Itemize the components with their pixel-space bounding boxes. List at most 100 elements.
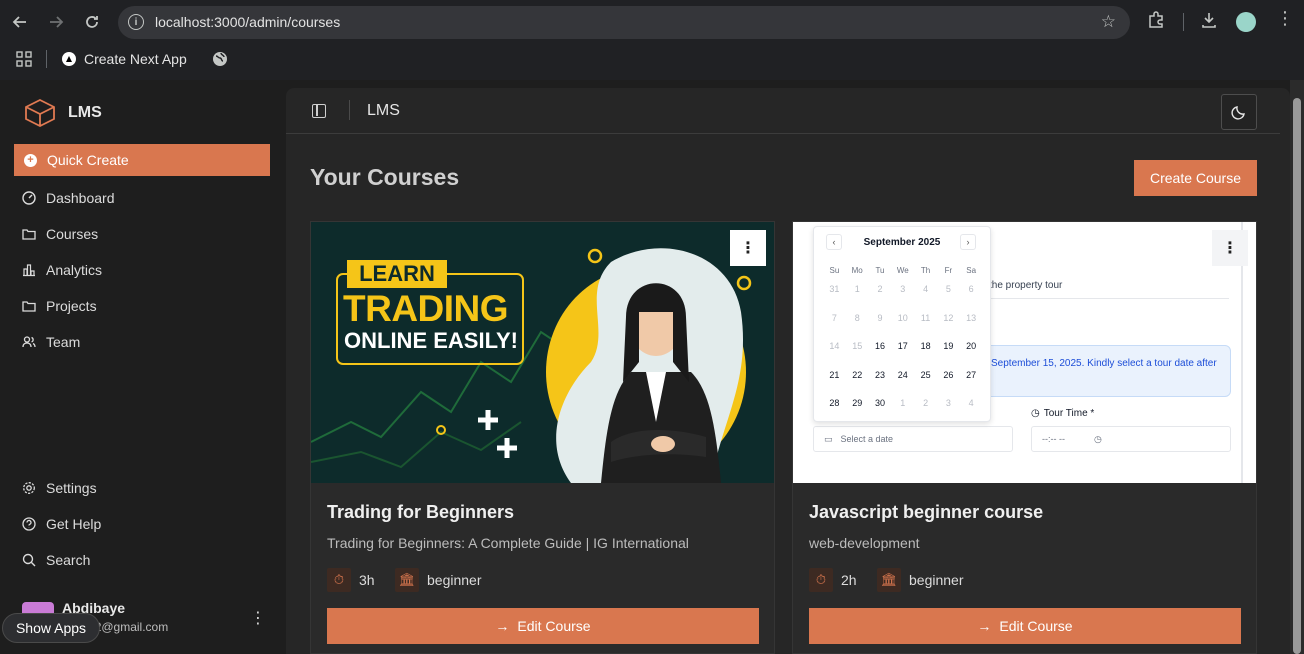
calendar-day[interactable]: 7 [823,304,846,333]
course-thumbnail: the property tour September 15, 2025. Ki… [793,222,1256,483]
calendar-day[interactable]: 22 [846,361,869,390]
chevron-right-icon[interactable]: › [960,234,976,250]
dashboard-icon [22,191,36,205]
date-picker[interactable]: ‹ September 2025 › Su Mo Tu We Th Fr Sa 31 1 2 3 4 5… [813,226,991,422]
show-apps-button[interactable]: Show Apps [2,613,100,643]
app-page: LMS + Quick Create Dashboard Courses Ana… [0,80,1304,654]
edit-course-button[interactable]: → Edit Course [809,608,1241,644]
calendar-day[interactable]: 1 [891,389,914,418]
edit-course-button[interactable]: → Edit Course [327,608,759,644]
sidebar-item-analytics[interactable]: Analytics [22,262,102,278]
nextjs-icon [62,52,76,66]
sidebar-item-team[interactable]: Team [22,334,80,350]
sidebar-item-search[interactable]: Search [22,552,90,568]
calendar-day[interactable]: 26 [937,361,960,390]
moon-icon [1231,106,1245,120]
date-input[interactable]: ▭ Select a date [813,426,1013,452]
profile-avatar[interactable] [1236,12,1256,32]
calendar-day[interactable]: 24 [891,361,914,390]
address-bar[interactable]: i localhost:3000/admin/courses ☆ [118,6,1130,39]
browser-toolbar: i localhost:3000/admin/courses ☆ ⋮ Creat… [0,0,1304,80]
sidebar-toggle-icon[interactable] [312,104,326,118]
calendar-day[interactable]: 1 [846,275,869,304]
reload-icon[interactable] [81,11,103,33]
calendar-day[interactable]: 9 [869,304,892,333]
calendar-day[interactable]: 3 [937,389,960,418]
calendar-day[interactable]: 4 [960,389,983,418]
create-course-button[interactable]: Create Course [1134,160,1257,196]
sidebar: LMS + Quick Create Dashboard Courses Ana… [0,80,284,654]
quick-create-button[interactable]: + Quick Create [14,144,270,176]
calendar-day[interactable]: 30 [869,389,892,418]
bookmark-divider [46,50,47,68]
calendar-day[interactable]: 13 [960,304,983,333]
calendar-day[interactable]: 8 [846,304,869,333]
card-menu-button[interactable]: ⋮ [730,230,766,266]
calendar-day[interactable]: 12 [937,304,960,333]
calendar-day[interactable]: 29 [846,389,869,418]
page-scrollbar[interactable] [1290,80,1304,654]
extensions-icon[interactable] [1147,11,1165,34]
calendar-day[interactable]: 25 [914,361,937,390]
sidebar-item-projects[interactable]: Projects [22,298,97,314]
calendar-day[interactable]: 10 [891,304,914,333]
site-info-icon[interactable]: i [128,14,144,30]
calendar-day[interactable]: 4 [914,275,937,304]
back-icon[interactable] [9,11,31,33]
main-panel: LMS Your Courses Create Course LEARN TRA… [286,88,1290,654]
sidebar-item-courses[interactable]: Courses [22,226,98,242]
level-value: beginner [909,572,964,588]
calendar-day[interactable]: 31 [823,275,846,304]
apps-grid-icon[interactable] [16,46,32,72]
calendar-day[interactable]: 6 [960,275,983,304]
sidebar-item-label: Settings [46,480,97,496]
sidebar-item-label: Team [46,334,81,350]
browser-menu-icon[interactable]: ⋮ [1276,8,1294,29]
calendar-day[interactable]: 15 [846,332,869,361]
sidebar-item-get-help[interactable]: Get Help [22,516,101,532]
calendar-day[interactable]: 14 [823,332,846,361]
sidebar-item-dashboard[interactable]: Dashboard [22,190,115,206]
duration-value: 2h [841,572,857,588]
sidebar-item-settings[interactable]: Settings [22,480,97,496]
arrow-right-icon: → [977,618,992,634]
theme-toggle-button[interactable] [1221,94,1257,130]
calendar-day[interactable]: 5 [937,275,960,304]
calendar-day[interactable]: 18 [914,332,937,361]
calendar-day[interactable]: 20 [960,332,983,361]
scrollbar-thumb[interactable] [1293,98,1301,654]
calendar-day[interactable]: 2 [869,275,892,304]
calendar-day[interactable]: 3 [891,275,914,304]
weekday-label: Mo [851,265,863,275]
calendar-day[interactable]: 19 [937,332,960,361]
time-input[interactable]: --:-- -- ◷ [1031,426,1231,452]
weekday-label: Tu [875,265,885,275]
download-icon[interactable] [1200,11,1218,34]
calendar-day[interactable]: 27 [960,361,983,390]
url-text: localhost:3000/admin/courses [155,14,341,30]
course-description: Trading for Beginners: A Complete Guide … [327,535,689,551]
forward-icon[interactable] [45,11,67,33]
clock-icon: ◷ [1094,433,1102,444]
calendar-day[interactable]: 2 [914,389,937,418]
calendar-day[interactable]: 28 [823,389,846,418]
card-menu-button[interactable]: ⋮ [1212,230,1248,266]
weekday-label: Sa [966,265,977,275]
header-title: LMS [367,102,400,119]
course-duration: ⏱ 3h [327,568,375,592]
gear-icon [22,481,36,495]
bookmark-create-next-app[interactable]: Create Next App [62,46,187,72]
calendar-day[interactable]: 23 [869,361,892,390]
globe-icon[interactable] [212,46,228,72]
bookmark-star-icon[interactable]: ☆ [1101,12,1116,32]
banner-text-trading: TRADING [343,288,509,329]
calendar-day[interactable]: 16 [869,332,892,361]
calendar-day[interactable]: 21 [823,361,846,390]
brand-logo[interactable]: LMS [24,98,102,128]
calendar-day[interactable]: 11 [914,304,937,333]
level-value: beginner [427,572,482,588]
header-divider [349,100,350,120]
calendar-day[interactable]: 17 [891,332,914,361]
user-menu-icon[interactable]: ⋮ [250,608,266,628]
course-level: 🏛 beginner [395,568,482,592]
